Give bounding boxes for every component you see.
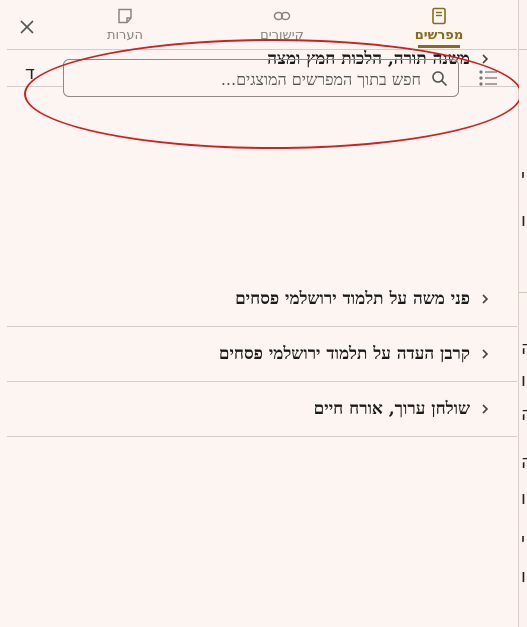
filter-list-icon[interactable] <box>478 68 498 88</box>
note-icon <box>118 8 132 24</box>
row-divider <box>7 86 63 87</box>
chevron-right-icon <box>482 404 489 414</box>
partial-glyph: ו <box>521 210 526 231</box>
book-icon <box>432 7 446 25</box>
partial-glyph: י <box>521 530 526 551</box>
search-icon <box>432 71 448 87</box>
strip-divider <box>519 49 527 50</box>
list-item[interactable]: שולחן ערוך, אורח חיים <box>8 382 516 436</box>
partial-glyph: ה <box>521 452 527 473</box>
partial-glyph: י <box>521 166 526 187</box>
search-box[interactable] <box>63 59 459 98</box>
search-input[interactable] <box>74 60 423 98</box>
link-icon <box>273 11 291 21</box>
chevron-right-icon <box>482 349 489 359</box>
commentary-title: שולחן ערוך, אורח חיים <box>313 399 470 419</box>
list-item[interactable]: פני משה על תלמוד ירושלמי פסחים <box>8 272 516 326</box>
partial-glyph: ה <box>521 338 527 359</box>
chevron-right-icon <box>482 54 489 64</box>
commentary-title: קרבן העדה על תלמוד ירושלמי פסחים <box>218 344 470 364</box>
background-text-strip: י ו ה ו ה ה ו י ו <box>519 0 527 627</box>
commentary-panel: מפרשים קישורים הערות משנה תורה, הלכות חמ… <box>0 0 522 627</box>
partial-glyph: ד <box>25 63 35 84</box>
partial-glyph: ו <box>521 566 526 587</box>
commentary-title: פני משה על תלמוד ירושלמי פסחים <box>235 289 470 309</box>
strip-divider <box>519 292 527 293</box>
partial-glyph: ו <box>521 488 526 509</box>
list-item[interactable]: קרבן העדה על תלמוד ירושלמי פסחים <box>8 327 516 381</box>
row-divider <box>460 86 516 87</box>
partial-glyph: ו <box>521 370 526 391</box>
chevron-right-icon <box>482 294 489 304</box>
row-divider <box>7 436 517 437</box>
partial-glyph: ה <box>521 404 527 425</box>
